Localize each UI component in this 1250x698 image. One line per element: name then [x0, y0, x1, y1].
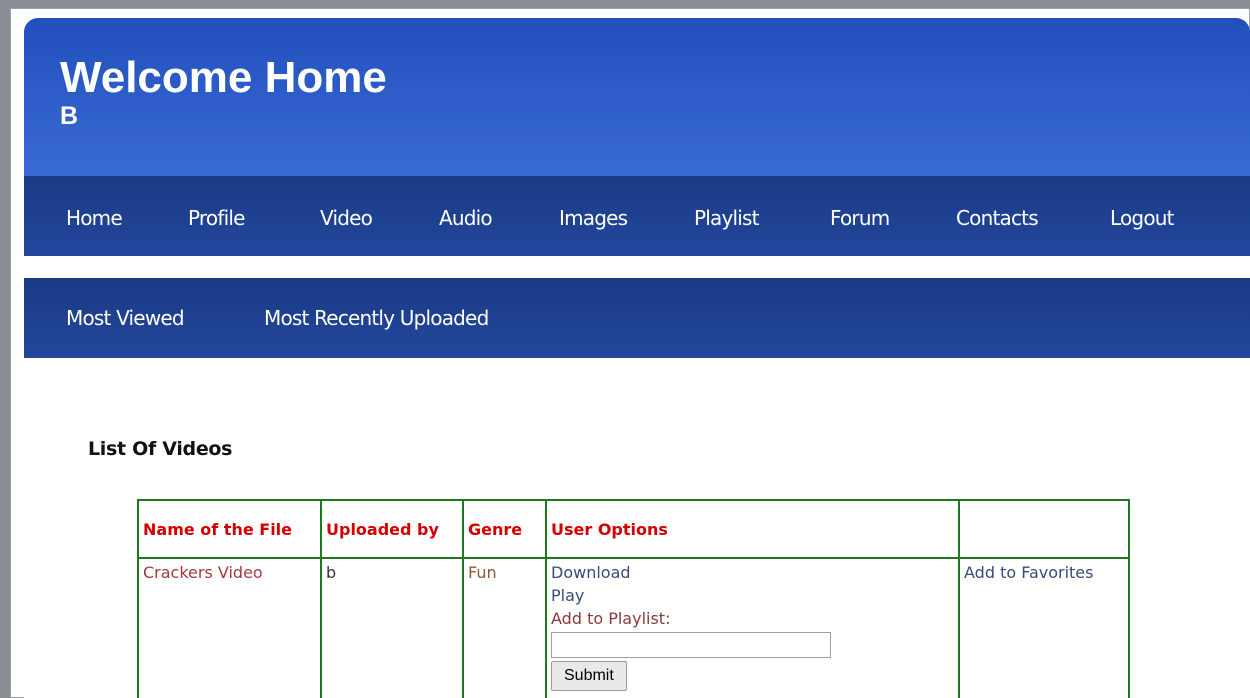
cell-user-options: Download Play Add to Playlist: Submit — [545, 557, 960, 698]
table-row: Crackers Video b Fun Download Play Add t… — [137, 557, 1130, 698]
nav-playlist[interactable]: Playlist — [694, 206, 759, 230]
cell-genre: Fun — [462, 557, 547, 698]
submit-button[interactable]: Submit — [551, 661, 627, 691]
nav-profile[interactable]: Profile — [188, 206, 245, 230]
col-header-genre: Genre — [462, 499, 547, 559]
nav-audio[interactable]: Audio — [439, 206, 493, 230]
cell-uploaded-by: b — [320, 557, 464, 698]
nav-home[interactable]: Home — [66, 206, 123, 230]
subnav-most-recent[interactable]: Most Recently Uploaded — [264, 306, 489, 330]
col-header-empty — [958, 499, 1130, 559]
header-banner: Welcome Home B — [24, 18, 1250, 176]
section-title: List Of Videos — [88, 438, 233, 460]
username-label: B — [60, 102, 79, 130]
play-link[interactable]: Play — [551, 584, 954, 607]
video-subnav: Most Viewed Most Recently Uploaded — [24, 278, 1250, 358]
nav-spacer — [24, 256, 1250, 278]
videos-table: Name of the File Uploaded by Genre User … — [137, 499, 1130, 698]
nav-video[interactable]: Video — [320, 206, 373, 230]
playlist-input[interactable] — [551, 632, 831, 658]
site-frame: Welcome Home B Home Profile Video Audio … — [24, 18, 1250, 698]
col-header-user-options: User Options — [545, 499, 960, 559]
browser-page: Welcome Home B Home Profile Video Audio … — [10, 8, 1250, 698]
site-title: Welcome Home — [60, 53, 387, 102]
nav-logout[interactable]: Logout — [1110, 206, 1174, 230]
download-link[interactable]: Download — [551, 561, 954, 584]
cell-favorites: Add to Favorites — [958, 557, 1130, 698]
nav-contacts[interactable]: Contacts — [956, 206, 1039, 230]
main-nav: Home Profile Video Audio Images Playlist… — [24, 176, 1250, 256]
col-header-uploaded-by: Uploaded by — [320, 499, 464, 559]
add-to-playlist-label: Add to Playlist: — [551, 609, 671, 628]
table-header-row: Name of the File Uploaded by Genre User … — [137, 499, 1130, 559]
cell-file-name: Crackers Video — [137, 557, 322, 698]
nav-forum[interactable]: Forum — [830, 206, 890, 230]
add-to-favorites-link[interactable]: Add to Favorites — [964, 563, 1093, 582]
nav-images[interactable]: Images — [559, 206, 628, 230]
subnav-most-viewed[interactable]: Most Viewed — [66, 306, 185, 330]
col-header-name: Name of the File — [137, 499, 322, 559]
